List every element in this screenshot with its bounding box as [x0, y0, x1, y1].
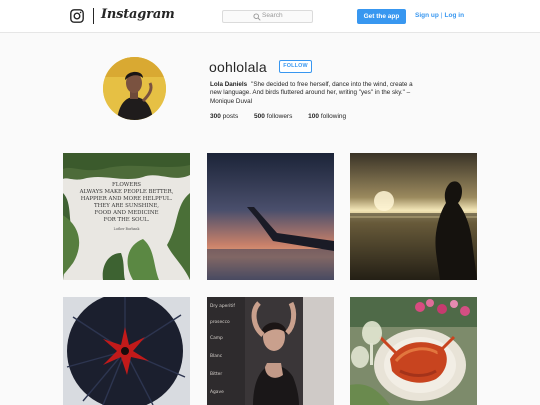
post-image-lobster-dinner: [350, 297, 477, 405]
top-nav: Instagram Search Get the app Sign up | Log…: [0, 0, 540, 33]
profile-avatar[interactable]: [103, 57, 166, 120]
stat-posts: 300 posts: [210, 113, 239, 120]
stat-following[interactable]: 100 following: [308, 113, 346, 120]
quote-line: FLOWERS: [112, 182, 141, 188]
quote-line: FOR THE SOUL.: [104, 217, 150, 223]
search-icon: [253, 13, 261, 21]
post-image-sea-urchin: [63, 297, 190, 405]
quote-line: HAPPIER AND MORE HELPFUL.: [81, 196, 173, 202]
chalk-text: Agave: [210, 389, 224, 395]
post-thumbnail[interactable]: [63, 297, 190, 405]
post-thumbnail[interactable]: FLOWERS ALWAYS MAKE PEOPLE BETTER, HAPPI…: [63, 153, 190, 280]
quote-line: FOOD AND MEDICINE: [94, 210, 158, 216]
search-placeholder: Search: [262, 12, 283, 19]
post-thumbnail[interactable]: [350, 297, 477, 405]
nav-divider: [93, 8, 94, 24]
stat-followers[interactable]: 500 followers: [254, 113, 292, 120]
instagram-camera-icon[interactable]: [70, 9, 84, 23]
instagram-wordmark[interactable]: Instagram: [101, 7, 175, 22]
post-thumbnail[interactable]: [207, 153, 334, 280]
chalk-text: Blanc: [210, 353, 223, 359]
chalk-text: Bitter: [210, 371, 222, 377]
follow-button[interactable]: FOLLOW: [279, 60, 312, 73]
auth-links: Sign up | Log in: [415, 12, 464, 19]
chalk-text: Dry aperitif: [210, 303, 235, 309]
post-image-sunset-silhouette: [350, 153, 477, 280]
post-image-chalkboard-portrait: Dry aperitif prosecco Camp Blanc Bitter …: [207, 297, 334, 405]
post-image-plane-wing: [207, 153, 334, 280]
post-thumbnail[interactable]: Dry aperitif prosecco Camp Blanc Bitter …: [207, 297, 334, 405]
post-thumbnail[interactable]: [350, 153, 477, 280]
profile-username: oohlolala: [209, 59, 267, 75]
auth-separator: |: [440, 12, 443, 19]
profile-stats: 300 posts 500 followers 100 following: [210, 113, 360, 120]
get-the-app-button[interactable]: Get the app: [357, 9, 406, 24]
sign-up-link[interactable]: Sign up: [415, 12, 439, 19]
chalk-text: prosecco: [210, 319, 230, 325]
chalk-text: Camp: [210, 335, 223, 341]
search-input[interactable]: Search: [222, 10, 313, 23]
log-in-link[interactable]: Log in: [445, 12, 465, 19]
profile-full-name: Lola Daniels: [210, 81, 248, 88]
post-image-plants-quote: FLOWERS ALWAYS MAKE PEOPLE BETTER, HAPPI…: [63, 153, 190, 280]
quote-line: ALWAYS MAKE PEOPLE BETTER,: [79, 189, 174, 195]
quote-author: Luther Burbank: [114, 227, 140, 231]
profile-bio: Lola Daniels "She decided to free herself…: [210, 81, 424, 106]
quote-line: THEY ARE SUNSHINE,: [94, 203, 159, 209]
